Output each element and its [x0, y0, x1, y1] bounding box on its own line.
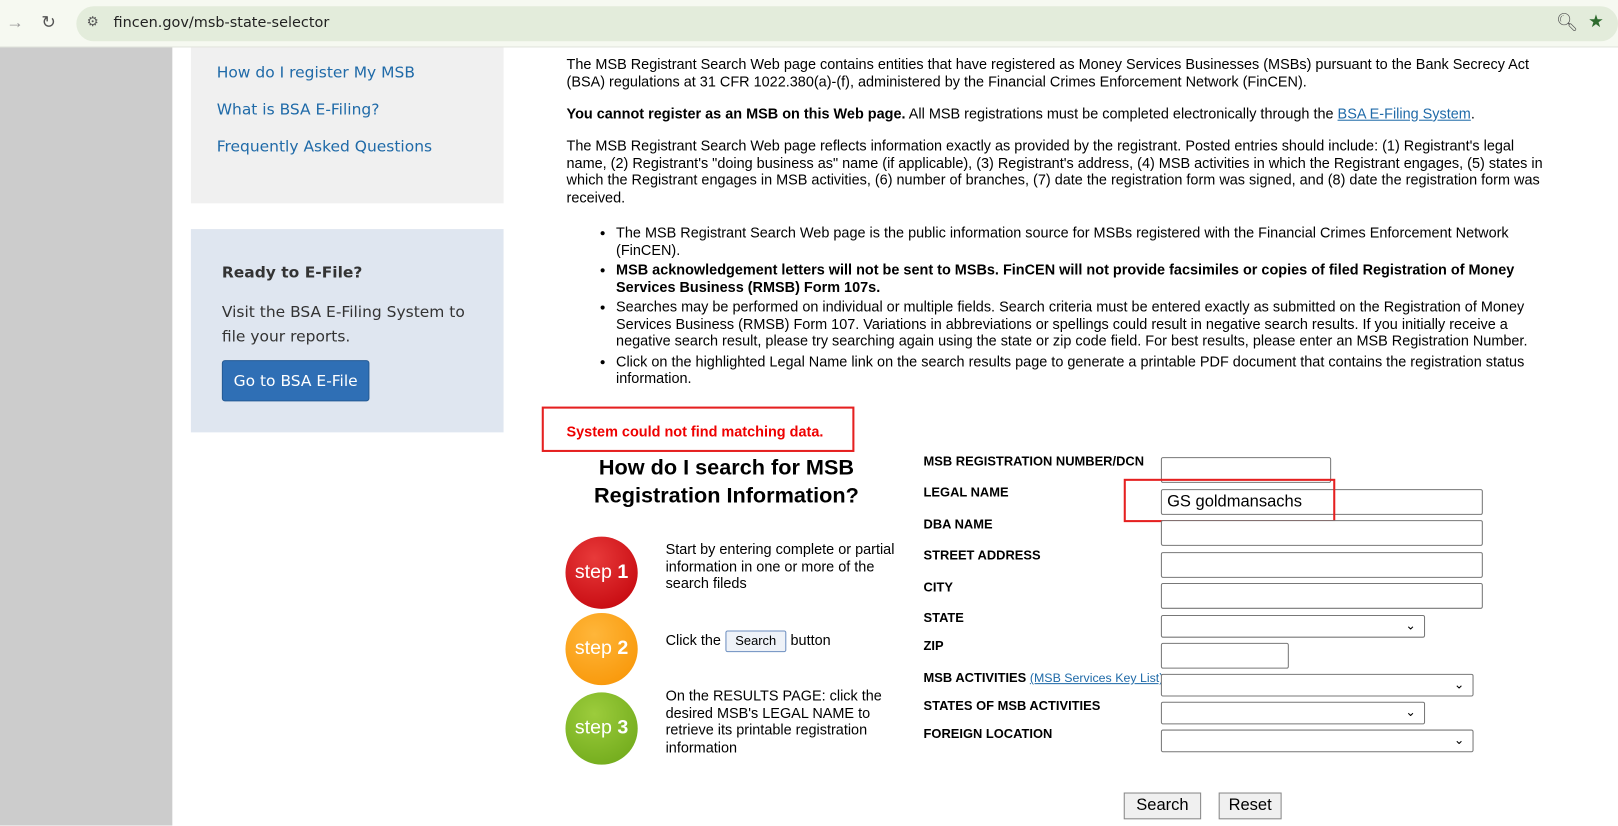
label-street-address: STREET ADDRESS	[923, 547, 1041, 563]
label-legal-name: LEGAL NAME	[923, 484, 1009, 500]
step-1-text: Start by entering complete or partial in…	[665, 540, 895, 592]
chevron-down-icon: ⌄	[1453, 732, 1465, 748]
label-foreign-location: FOREIGN LOCATION	[923, 726, 1053, 741]
list-item: Searches may be performed on individual …	[616, 298, 1557, 349]
step-word: step	[574, 717, 612, 739]
label-state: STATE	[923, 610, 964, 626]
howto-title: How do I search for MSB Registration Inf…	[594, 456, 859, 508]
info-list: The MSB Registrant Search Web page is th…	[567, 224, 1558, 390]
reset-button[interactable]: Reset	[1218, 792, 1282, 820]
page-margin	[0, 47, 173, 826]
reload-icon[interactable]: ↻	[41, 12, 56, 33]
label-zip: ZIP	[923, 638, 944, 654]
step-2-badge: step 2	[565, 612, 638, 686]
list-item: MSB acknowledgement letters will not be …	[616, 261, 1557, 295]
zoom-icon[interactable]: 🔍︎	[1556, 12, 1578, 33]
sample-search-button: Search	[724, 630, 787, 652]
link-bsa-efiling[interactable]: What is BSA E-Filing?	[217, 100, 380, 119]
label-states-of-activities: STATES OF MSB ACTIVITIES	[923, 698, 1101, 714]
browser-toolbar: → ↻ ⚙ fincen.gov/msb-state-selector 🔍︎ ★	[0, 0, 1618, 48]
intro-paragraph-2: You cannot register as an MSB on this We…	[567, 105, 1558, 122]
label-dba-name: DBA NAME	[923, 516, 993, 532]
error-message: System could not find matching data.	[541, 406, 855, 452]
zip-input[interactable]	[1160, 642, 1289, 669]
chevron-down-icon: ⌄	[1405, 704, 1416, 720]
bookmark-star-icon[interactable]: ★	[1588, 11, 1604, 32]
label-city: CITY	[923, 579, 953, 595]
chevron-down-icon: ⌄	[1453, 676, 1465, 692]
list-item: The MSB Registrant Search Web page is th…	[616, 224, 1557, 258]
search-button[interactable]: Search	[1123, 792, 1202, 820]
step-3-text: On the RESULTS PAGE: click the desired M…	[665, 687, 882, 755]
go-to-efile-button[interactable]: Go to BSA E-File	[221, 360, 370, 402]
step-number: 2	[617, 637, 629, 660]
intro-paragraph-1: The MSB Registrant Search Web page conta…	[566, 55, 1530, 90]
efile-panel: Ready to E-File? Visit the BSA E-Filing …	[190, 229, 504, 433]
step-2-post: button	[790, 631, 831, 649]
street-address-input[interactable]	[1160, 552, 1483, 578]
bsa-efiling-link[interactable]: BSA E-Filing System	[1338, 105, 1471, 122]
step-word: step	[574, 561, 612, 584]
label-registration-number: MSB REGISTRATION NUMBER/DCN	[923, 454, 1145, 469]
dba-name-input[interactable]	[1160, 520, 1483, 546]
forward-icon[interactable]: →	[6, 12, 24, 33]
sidebar-links: How do I register My MSB What is BSA E-F…	[190, 47, 504, 204]
state-select[interactable]: ⌄	[1160, 615, 1426, 638]
label-msb-activities: MSB ACTIVITIES (MSB Services Key List)	[924, 671, 1164, 685]
step-number: 3	[617, 717, 629, 739]
states-of-activities-select[interactable]: ⌄	[1160, 701, 1426, 725]
notice-end: .	[1470, 105, 1475, 122]
efile-text: Visit the BSA E-Filing System to file yo…	[221, 302, 465, 346]
step-2-pre: Click the	[665, 631, 721, 649]
highlight-box	[1123, 478, 1336, 523]
efile-title: Ready to E-File?	[221, 263, 363, 282]
list-item: Click on the highlighted Legal Name link…	[616, 352, 1557, 386]
link-register-msb[interactable]: How do I register My MSB	[217, 63, 415, 82]
link-faq[interactable]: Frequently Asked Questions	[217, 137, 432, 156]
url-text[interactable]: fincen.gov/msb-state-selector	[114, 14, 330, 31]
chevron-down-icon: ⌄	[1405, 618, 1416, 633]
step-3-badge: step 3	[565, 692, 638, 765]
city-input[interactable]	[1160, 583, 1483, 609]
intro-paragraph-3: The MSB Registrant Search Web page refle…	[566, 137, 1543, 205]
step-word: step	[574, 637, 612, 660]
notice-bold: You cannot register as an MSB on this We…	[566, 105, 906, 122]
activities-label-text: MSB ACTIVITIES	[923, 670, 1027, 686]
step-1-badge: step 1	[565, 536, 638, 609]
step-2-text: Click the Search button	[665, 630, 898, 652]
step-number: 1	[617, 561, 629, 584]
msb-services-key-link[interactable]: (MSB Services Key List)	[1030, 671, 1164, 685]
msb-activities-select[interactable]: ⌄	[1160, 673, 1474, 697]
foreign-location-select[interactable]: ⌄	[1160, 729, 1474, 753]
site-settings-icon[interactable]: ⚙	[87, 13, 99, 30]
notice-text: All MSB registrations must be completed …	[905, 105, 1338, 122]
